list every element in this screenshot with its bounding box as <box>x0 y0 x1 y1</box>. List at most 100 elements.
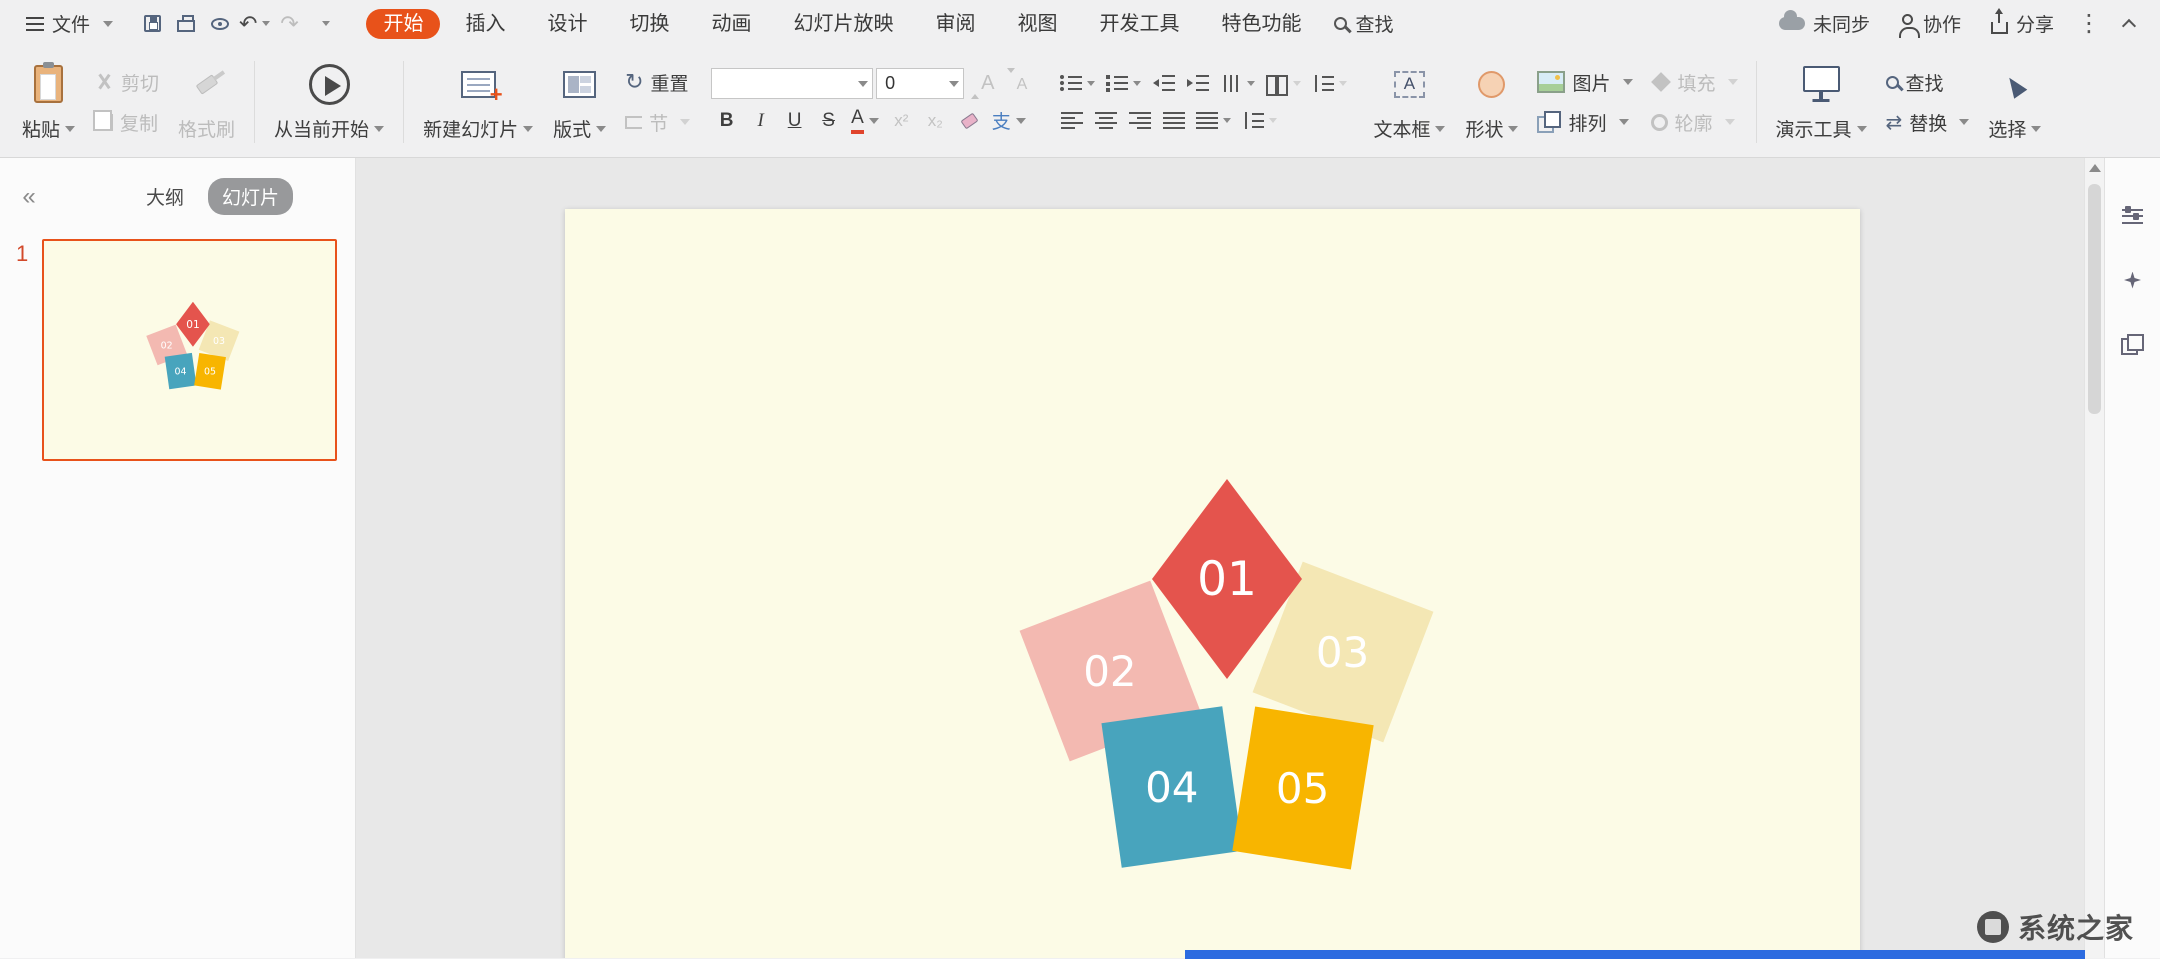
chevron-down-icon <box>262 21 270 26</box>
align-right-button[interactable] <box>1124 105 1155 136</box>
font-family-select[interactable] <box>711 68 873 99</box>
tab-slides[interactable]: 幻灯片 <box>208 178 293 215</box>
slide-thumbnail[interactable]: 0102030405 <box>42 239 337 461</box>
presentation-tools-label: 演示工具 <box>1776 115 1852 142</box>
save-button[interactable] <box>137 9 167 39</box>
editor-canvas[interactable]: 0102030405 <box>356 158 2084 958</box>
arrange-button[interactable]: 排列 <box>1530 106 1639 138</box>
share-button[interactable]: 分享 <box>1981 7 2064 41</box>
slide-shape-05[interactable]: 05 <box>194 353 226 390</box>
tab-insert[interactable]: 插入 <box>448 9 522 39</box>
new-slide-button[interactable]: 新建幻灯片 <box>413 58 543 146</box>
file-menu[interactable]: 文件 <box>16 7 123 41</box>
find-button[interactable]: 查找 <box>1879 66 1977 98</box>
slide[interactable]: 0102030405 <box>565 209 1860 958</box>
paragraph-settings-button[interactable] <box>1238 105 1281 136</box>
columns-button[interactable] <box>1262 68 1305 99</box>
tab-devtools[interactable]: 开发工具 <box>1082 9 1196 39</box>
shapes-button[interactable]: 形状 <box>1455 58 1528 146</box>
copy-button[interactable]: 复制 <box>87 106 166 138</box>
tab-design[interactable]: 设计 <box>530 9 604 39</box>
decrease-indent-button[interactable] <box>1148 68 1179 99</box>
font-family-input[interactable] <box>712 69 853 98</box>
layout-button[interactable]: 版式 <box>543 58 616 146</box>
sync-status-button[interactable]: 未同步 <box>1769 7 1880 41</box>
textbox-icon <box>1394 71 1425 98</box>
text-direction-button[interactable] <box>1216 68 1259 99</box>
more-options-button[interactable] <box>2074 9 2104 39</box>
paste-button[interactable]: 粘贴 <box>12 58 85 146</box>
justify-button[interactable] <box>1158 105 1189 136</box>
ribbon-home: 粘贴 剪切 复制 格式刷 从当前开始 新建幻灯片 版 <box>0 47 2160 158</box>
increase-indent-button[interactable] <box>1182 68 1213 99</box>
select-button[interactable]: 选择 <box>1978 58 2051 146</box>
italic-button[interactable]: I <box>745 105 776 136</box>
beautify-panel-button[interactable] <box>2115 262 2151 298</box>
tab-transition[interactable]: 切换 <box>612 9 686 39</box>
horizontal-scrollbar[interactable] <box>1185 950 2085 959</box>
play-from-current-button[interactable]: 从当前开始 <box>264 58 394 146</box>
tab-review[interactable]: 审阅 <box>918 9 992 39</box>
textbox-button[interactable]: 文本框 <box>1363 58 1455 146</box>
redo-button[interactable] <box>274 9 304 39</box>
decrease-font-button[interactable] <box>1001 68 1032 99</box>
collapse-panel-button[interactable] <box>14 182 44 212</box>
align-center-button[interactable] <box>1090 105 1121 136</box>
tab-animation[interactable]: 动画 <box>694 9 768 39</box>
print-button[interactable] <box>171 9 201 39</box>
picture-label: 图片 <box>1572 69 1610 96</box>
scroll-up-button[interactable] <box>2089 164 2101 172</box>
find-menu-button[interactable]: 查找 <box>1324 7 1403 41</box>
textbox-label: 文本框 <box>1373 115 1430 142</box>
increase-font-button[interactable] <box>967 68 998 99</box>
format-painter-label: 格式刷 <box>178 115 235 142</box>
presentation-tools-button[interactable]: 演示工具 <box>1766 58 1877 146</box>
slide-shape-04[interactable]: 04 <box>165 353 197 389</box>
clear-format-button[interactable] <box>954 105 985 136</box>
font-color-button[interactable] <box>847 105 883 136</box>
replace-button[interactable]: 替换 <box>1879 106 1977 138</box>
strikethrough-button[interactable]: S <box>813 105 844 136</box>
tab-slideshow[interactable]: 幻灯片放映 <box>776 9 910 39</box>
cloud-icon <box>1779 17 1805 30</box>
print-preview-button[interactable] <box>205 9 235 39</box>
slide-shape-04[interactable]: 04 <box>1101 706 1242 868</box>
line-spacing-button[interactable] <box>1308 68 1351 99</box>
tab-features[interactable]: 特色功能 <box>1204 9 1318 39</box>
undo-button[interactable] <box>239 9 270 39</box>
find-label: 查找 <box>1906 69 1944 96</box>
bold-button[interactable]: B <box>711 105 742 136</box>
slide-shape-05[interactable]: 05 <box>1232 707 1373 870</box>
tab-home[interactable]: 开始 <box>366 9 440 39</box>
format-painter-button[interactable]: 格式刷 <box>168 58 245 146</box>
tab-view[interactable]: 视图 <box>1000 9 1074 39</box>
collapse-ribbon-button[interactable] <box>2114 9 2144 39</box>
columns-icon <box>1266 75 1288 92</box>
collaborate-button[interactable]: 协作 <box>1890 7 1971 41</box>
tab-outline[interactable]: 大纲 <box>132 178 198 215</box>
bullet-list-button[interactable] <box>1056 68 1099 99</box>
fill-button[interactable]: 填充 <box>1644 66 1745 98</box>
underline-button[interactable]: U <box>779 105 810 136</box>
outline-button[interactable]: 轮廓 <box>1644 106 1745 138</box>
cut-button[interactable]: 剪切 <box>87 66 166 98</box>
objects-panel-button[interactable] <box>2115 326 2151 362</box>
numbered-list-button[interactable] <box>1102 68 1145 99</box>
distribute-button[interactable] <box>1192 105 1235 136</box>
superscript-button[interactable] <box>886 105 917 136</box>
picture-button[interactable]: 图片 <box>1530 66 1639 98</box>
font-size-input[interactable] <box>877 69 944 98</box>
undo-icon <box>239 11 257 37</box>
section-button[interactable]: 节 <box>618 106 697 138</box>
align-left-button[interactable] <box>1056 105 1087 136</box>
customize-toolbar-button[interactable] <box>308 9 338 39</box>
chevron-down-icon <box>858 81 868 87</box>
subscript-button[interactable] <box>920 105 951 136</box>
vertical-scrollbar[interactable] <box>2084 158 2104 958</box>
reset-button[interactable]: 重置 <box>618 66 697 98</box>
font-size-select[interactable] <box>876 68 964 99</box>
text-tool-button[interactable]: 支 <box>988 105 1030 136</box>
scrollbar-thumb[interactable] <box>2088 184 2101 414</box>
slide-number: 1 <box>16 241 32 461</box>
properties-panel-button[interactable] <box>2115 198 2151 234</box>
